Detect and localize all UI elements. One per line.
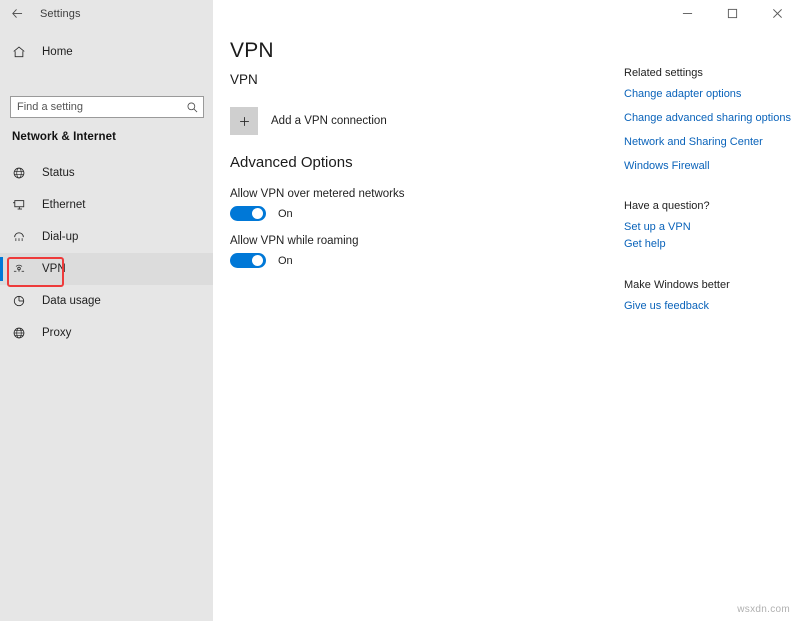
plus-icon[interactable]	[230, 107, 258, 135]
pie-chart-icon	[12, 294, 30, 308]
sidebar-section-title: Network & Internet	[12, 131, 116, 143]
sidebar-item-status[interactable]: Status	[0, 157, 213, 189]
minimize-icon[interactable]	[665, 0, 710, 27]
toggle-block-metered: Allow VPN over metered networks On	[230, 188, 630, 221]
toggle-row-metered: On	[230, 206, 630, 221]
globe-grid-icon	[12, 326, 30, 340]
sidebar-item-vpn[interactable]: VPN	[0, 253, 213, 285]
sidebar-item-dial-up[interactable]: Dial-up	[0, 221, 213, 253]
monitor-icon	[12, 198, 30, 212]
maximize-icon[interactable]	[710, 0, 755, 27]
rail-group-make-windows-better: Make Windows better Give us feedback	[624, 279, 800, 312]
vpn-section-heading: VPN	[230, 72, 258, 87]
globe-status-icon	[12, 166, 30, 180]
rail-title-have-a-question: Have a question?	[624, 200, 800, 212]
search-input[interactable]	[11, 97, 181, 117]
toggle-block-roaming: Allow VPN while roaming On	[230, 235, 630, 268]
sidebar-item-home[interactable]: Home	[0, 39, 213, 65]
sidebar-item-data-usage-label: Data usage	[42, 295, 101, 307]
sidebar-item-data-usage[interactable]: Data usage	[0, 285, 213, 317]
vpn-icon	[12, 262, 30, 276]
search-icon[interactable]	[181, 101, 203, 114]
back-arrow-icon[interactable]	[0, 0, 34, 27]
toggle-knob	[252, 255, 263, 266]
sidebar-item-ethernet[interactable]: Ethernet	[0, 189, 213, 221]
link-change-advanced-sharing-options[interactable]: Change advanced sharing options	[624, 112, 800, 124]
add-vpn-connection-label: Add a VPN connection	[271, 115, 387, 127]
toggle-label-metered: Allow VPN over metered networks	[230, 188, 630, 200]
home-icon	[12, 45, 32, 59]
close-icon[interactable]	[755, 0, 800, 27]
toggle-state-roaming: On	[278, 255, 293, 267]
toggle-switch-roaming[interactable]	[230, 253, 266, 268]
toggle-switch-metered[interactable]	[230, 206, 266, 221]
sidebar-nav-list: Status Ethernet	[0, 157, 213, 349]
sidebar-item-ethernet-label: Ethernet	[42, 199, 85, 211]
window-controls	[213, 0, 800, 27]
title-bar: Settings	[0, 0, 800, 27]
dialup-icon	[12, 230, 30, 244]
sidebar-item-proxy[interactable]: Proxy	[0, 317, 213, 349]
main-content: VPN VPN Add a VPN connection Advanced Op…	[213, 27, 800, 621]
page-title: VPN	[230, 39, 274, 63]
link-network-and-sharing-center[interactable]: Network and Sharing Center	[624, 136, 800, 148]
search-box[interactable]	[10, 96, 204, 118]
rail-group-have-a-question: Have a question? Set up a VPN Get help	[624, 200, 800, 250]
right-rail: Related settings Change adapter options …	[624, 67, 800, 340]
advanced-options-heading: Advanced Options	[230, 154, 353, 171]
sidebar: Home Network & Internet	[0, 27, 213, 621]
link-windows-firewall[interactable]: Windows Firewall	[624, 160, 800, 172]
sidebar-item-home-label: Home	[42, 46, 73, 58]
link-give-us-feedback[interactable]: Give us feedback	[624, 300, 800, 312]
settings-window: Settings	[0, 0, 800, 621]
sidebar-item-status-label: Status	[42, 167, 75, 179]
advanced-options-toggles: Allow VPN over metered networks On Allow…	[230, 188, 630, 282]
toggle-state-metered: On	[278, 208, 293, 220]
add-vpn-connection-button[interactable]: Add a VPN connection	[230, 107, 387, 135]
toggle-label-roaming: Allow VPN while roaming	[230, 235, 630, 247]
watermark: wsxdn.com	[737, 604, 790, 615]
toggle-row-roaming: On	[230, 253, 630, 268]
toggle-knob	[252, 208, 263, 219]
title-bar-left: Settings	[0, 0, 213, 27]
rail-title-make-windows-better: Make Windows better	[624, 279, 800, 291]
link-change-adapter-options[interactable]: Change adapter options	[624, 88, 800, 100]
link-get-help[interactable]: Get help	[624, 238, 800, 250]
sidebar-item-vpn-label: VPN	[42, 263, 66, 275]
sidebar-item-dial-up-label: Dial-up	[42, 231, 78, 243]
sidebar-item-proxy-label: Proxy	[42, 327, 71, 339]
rail-group-related-settings: Related settings Change adapter options …	[624, 67, 800, 172]
rail-title-related-settings: Related settings	[624, 67, 800, 79]
link-set-up-a-vpn[interactable]: Set up a VPN	[624, 221, 800, 233]
window-title: Settings	[40, 8, 81, 20]
